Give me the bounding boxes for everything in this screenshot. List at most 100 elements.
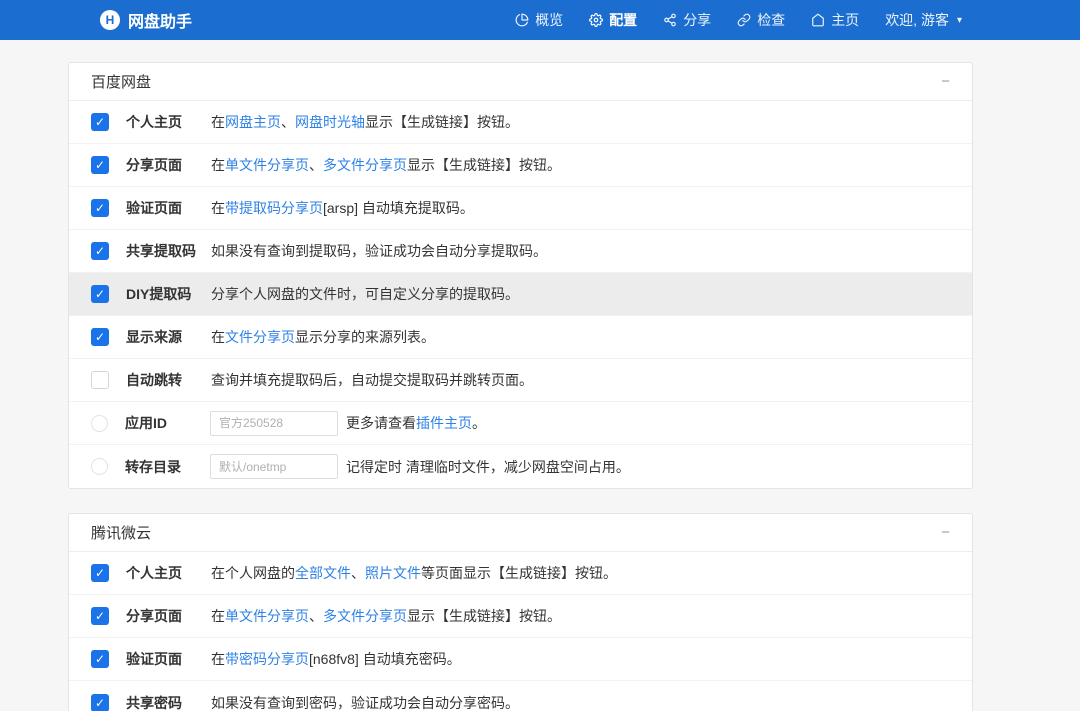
inline-link[interactable]: 单文件分享页 — [225, 606, 309, 626]
desc-text: 分享个人网盘的文件时，可自定义分享的提取码。 — [211, 284, 519, 304]
settings-row: ✓个人主页在个人网盘的 全部文件、 照片文件 等页面显示【生成链接】按钮。 — [69, 552, 972, 595]
nav-item-check[interactable]: 检查 — [737, 10, 785, 30]
nav-item-label: 配置 — [609, 10, 637, 30]
desc-text: [arsp] 自动填充提取码。 — [323, 198, 474, 218]
settings-row: ✓ DIY提取码分享个人网盘的文件时，可自定义分享的提取码。 — [69, 273, 972, 316]
row-desc: 更多请查看 插件主页。 — [210, 411, 486, 436]
share-icon — [663, 13, 677, 27]
pie-chart-icon — [515, 13, 529, 27]
nav-item-label: 分享 — [683, 10, 711, 30]
card-header: 腾讯微云− — [69, 514, 972, 552]
desc-text: 在 — [211, 606, 225, 626]
row-label: DIY提取码 — [126, 284, 211, 304]
desc-text: 、 — [309, 155, 323, 175]
row-desc: 查询并填充提取码后，自动提交提取码并跳转页面。 — [211, 370, 533, 390]
desc-text: 在 — [211, 649, 225, 669]
desc-text: 更多请查看 — [346, 413, 416, 433]
desc-text: 显示分享的来源列表。 — [295, 327, 435, 347]
inline-link[interactable]: 多文件分享页 — [323, 606, 407, 626]
row-desc: 记得定时 清理临时文件，减少网盘空间占用。 — [210, 454, 630, 479]
collapse-button[interactable]: − — [937, 525, 954, 540]
checkbox-checked[interactable]: ✓ — [91, 328, 109, 346]
nav-item-label: 主页 — [831, 10, 859, 30]
checkbox-checked[interactable]: ✓ — [91, 156, 109, 174]
desc-text: 显示【生成链接】按钮。 — [407, 606, 561, 626]
card-header: 百度网盘 − — [69, 63, 972, 101]
row-label: 个人主页 — [126, 112, 211, 132]
nav-item-config[interactable]: 配置 — [589, 10, 637, 30]
settings-row: 转存目录记得定时 清理临时文件，减少网盘空间占用。 — [69, 445, 972, 488]
checkbox-unchecked[interactable] — [91, 371, 109, 389]
checkbox-checked[interactable]: ✓ — [91, 564, 109, 582]
collapse-button[interactable]: − — [937, 74, 954, 89]
desc-text: 。 — [472, 413, 486, 433]
inline-link[interactable]: 全部文件 — [295, 563, 351, 583]
radio-unchecked[interactable] — [91, 415, 108, 432]
desc-text: [n68fv8] 自动填充密码。 — [309, 649, 461, 669]
row-desc: 如果没有查询到密码，验证成功会自动分享密码。 — [211, 693, 519, 711]
navbar: H 网盘助手 概览 配置 分享 检查 主页 欢迎, 游客▾ — [0, 0, 1080, 40]
settings-row: ✓ 显示来源在 文件分享页 显示分享的来源列表。 — [69, 316, 972, 359]
desc-text: 、 — [281, 112, 295, 132]
checkbox-checked[interactable]: ✓ — [91, 650, 109, 668]
inline-link[interactable]: 网盘主页 — [225, 112, 281, 132]
brand[interactable]: H 网盘助手 — [100, 8, 192, 32]
desc-text: 在 — [211, 155, 225, 175]
settings-row: 应用ID更多请查看 插件主页。 — [69, 402, 972, 445]
desc-text: 在 — [211, 327, 225, 347]
desc-text: 在 — [211, 198, 225, 218]
nav-item-label: 概览 — [535, 10, 563, 30]
nav-item-user[interactable]: 欢迎, 游客▾ — [885, 10, 962, 30]
desc-text: 查询并填充提取码后，自动提交提取码并跳转页面。 — [211, 370, 533, 390]
nav-item-home[interactable]: 主页 — [811, 10, 859, 30]
settings-row: ✓ 验证页面在带密码分享页[n68fv8] 自动填充密码。 — [69, 638, 972, 681]
gear-icon — [589, 13, 603, 27]
inline-link[interactable]: 多文件分享页 — [323, 155, 407, 175]
row-desc: 如果没有查询到提取码，验证成功会自动分享提取码。 — [211, 241, 547, 261]
inline-link[interactable]: 带提取码分享页 — [225, 198, 323, 218]
inline-link[interactable]: 带密码分享页 — [225, 649, 309, 669]
row-label: 分享页面 — [126, 606, 211, 626]
inline-link[interactable]: 照片文件 — [365, 563, 421, 583]
desc-text: 显示【生成链接】按钮。 — [365, 112, 519, 132]
inline-link[interactable]: 文件分享页 — [225, 327, 295, 347]
inline-link[interactable]: 插件主页 — [416, 413, 472, 433]
checkbox-checked[interactable]: ✓ — [91, 199, 109, 217]
checkbox-checked[interactable]: ✓ — [91, 242, 109, 260]
link-icon — [737, 13, 751, 27]
row-label: 验证页面 — [126, 649, 211, 669]
row-label: 个人主页 — [126, 563, 211, 583]
nav-item-overview[interactable]: 概览 — [515, 10, 563, 30]
row-desc: 在 文件分享页 显示分享的来源列表。 — [211, 327, 435, 347]
settings-row: ✓个人主页在 网盘主页、 网盘时光轴 显示【生成链接】按钮。 — [69, 101, 972, 144]
inline-link[interactable]: 网盘时光轴 — [295, 112, 365, 132]
row-label: 共享密码 — [126, 693, 211, 711]
row-label: 显示来源 — [126, 327, 211, 347]
text-input[interactable] — [210, 454, 338, 479]
desc-text: 在个人网盘的 — [211, 563, 295, 583]
settings-row: ✓验证页面在 带提取码分享页[arsp] 自动填充提取码。 — [69, 187, 972, 230]
desc-text: 、 — [309, 606, 323, 626]
inline-link[interactable]: 单文件分享页 — [225, 155, 309, 175]
card-baidu: 百度网盘−✓个人主页在 网盘主页、 网盘时光轴 显示【生成链接】按钮。✓分享页面… — [68, 62, 973, 489]
text-input[interactable] — [210, 411, 338, 436]
caret-down-icon: ▾ — [957, 15, 962, 26]
row-desc: 在带密码分享页[n68fv8] 自动填充密码。 — [211, 649, 461, 669]
row-desc: 在 单文件分享页、 多文件分享页 显示【生成链接】按钮。 — [211, 155, 561, 175]
desc-text: 显示【生成链接】按钮。 — [407, 155, 561, 175]
radio-unchecked[interactable] — [91, 458, 108, 475]
checkbox-checked[interactable]: ✓ — [91, 694, 109, 711]
settings-row: 自动跳转查询并填充提取码后，自动提交提取码并跳转页面。 — [69, 359, 972, 402]
brand-logo-icon: H — [100, 10, 120, 30]
checkbox-checked[interactable]: ✓ — [91, 285, 109, 303]
row-desc: 在 单文件分享页、 多文件分享页 显示【生成链接】按钮。 — [211, 606, 561, 626]
nav-item-share[interactable]: 分享 — [663, 10, 711, 30]
settings-row: ✓ 分享页面在 单文件分享页、 多文件分享页 显示【生成链接】按钮。 — [69, 595, 972, 638]
checkbox-checked[interactable]: ✓ — [91, 113, 109, 131]
row-label: 自动跳转 — [126, 370, 211, 390]
desc-text: 、 — [351, 563, 365, 583]
row-label: 共享提取码 — [126, 241, 211, 261]
checkbox-checked[interactable]: ✓ — [91, 607, 109, 625]
card-title: 百度网盘 — [91, 71, 151, 92]
row-label: 应用ID — [125, 413, 210, 433]
